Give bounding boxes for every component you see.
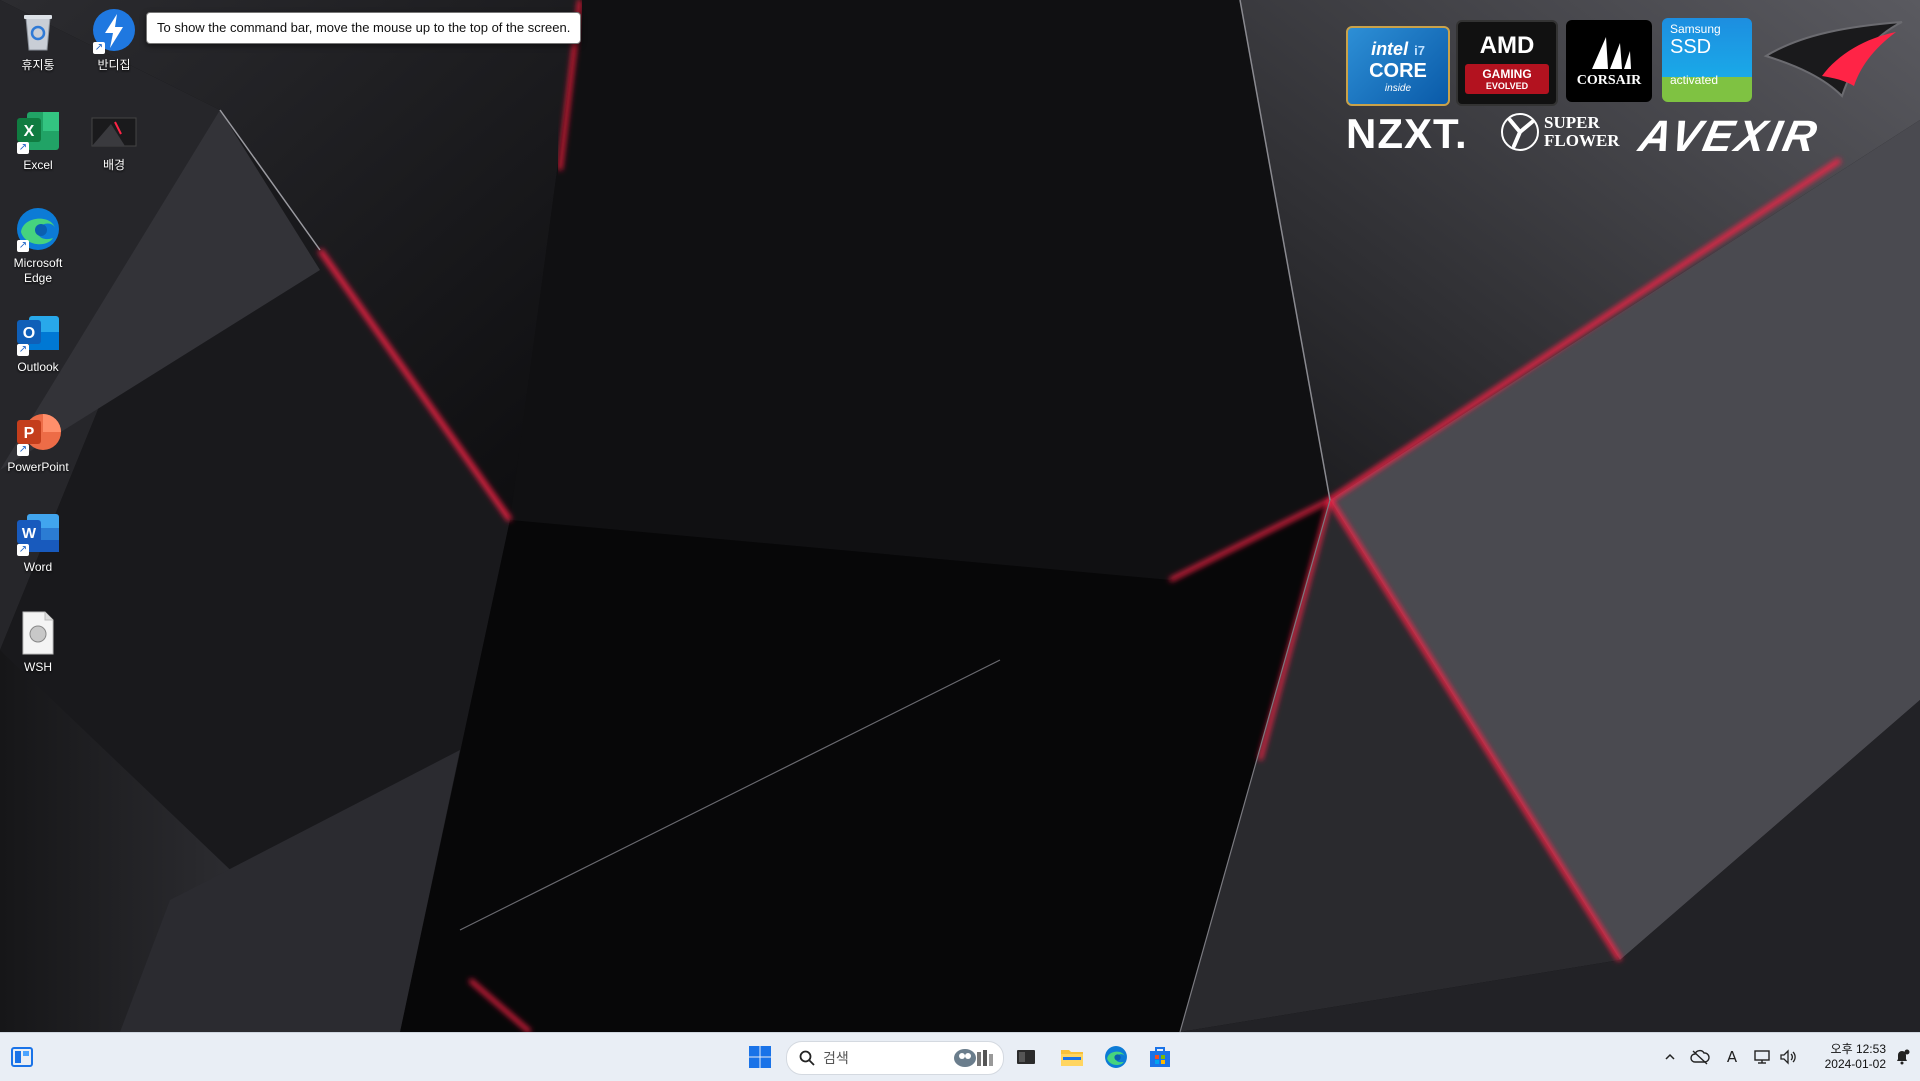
flower-icon [1501, 113, 1539, 151]
samsung-brand: Samsung [1670, 22, 1721, 36]
bandizip-icon: ↗ [91, 8, 137, 54]
svg-text:W: W [22, 525, 37, 542]
task-view-button[interactable] [1008, 1039, 1044, 1075]
shortcut-arrow-icon: ↗ [17, 240, 29, 252]
desktop-icon-label: 휴지통 [21, 58, 55, 72]
excel-icon: X ↗ [15, 108, 61, 154]
desktop-icon-label: PowerPoint [7, 460, 69, 474]
image-icon [91, 108, 137, 154]
clock-time: 오후 12:53 [1830, 1042, 1886, 1056]
microsoft-store-icon [1150, 1047, 1170, 1067]
intel-model: i7 [1414, 42, 1425, 58]
samsung-ssd-logo: Samsung SSD activated [1662, 18, 1752, 102]
corsair-logo: CORSAIR [1566, 20, 1652, 102]
desktop-icon-label: Outlook [17, 360, 59, 374]
outlook-icon: O ↗ [15, 310, 61, 356]
clock-date: 2024-01-02 [1824, 1057, 1886, 1071]
command-bar-tooltip: To show the command bar, move the mouse … [146, 12, 582, 44]
avexir-logo: AVEXIR [1634, 112, 1824, 161]
word-icon: W ↗ [15, 510, 61, 556]
desktop-icon-wsh[interactable]: WSH [0, 610, 76, 675]
task-view-icon [1017, 1050, 1035, 1064]
shortcut-arrow-icon: ↗ [93, 42, 105, 54]
speaker-icon [1780, 1049, 1796, 1065]
taskbar: 검색 A 오후 12:53 2024-01-02 [0, 1032, 1920, 1081]
search-placeholder: 검색 [823, 1050, 849, 1066]
notification-bell-icon [1897, 1049, 1910, 1065]
nzxt-logo: NZXT. [1346, 110, 1468, 157]
desktop-icon-label: Word [23, 560, 53, 574]
folder-icon [1061, 1050, 1083, 1066]
network-tray-button[interactable] [1750, 1045, 1774, 1069]
svg-text:P: P [24, 425, 35, 442]
corsair-sails-icon [1592, 37, 1631, 69]
intel-line: CORE [1369, 59, 1427, 82]
desktop-icon-label: Microsoft Edge [13, 256, 63, 285]
hardware-logos: intel i7 CORE inside AMD GAMING EVOLVED … [1344, 16, 1910, 161]
edge-icon: ↗ [15, 206, 61, 252]
desktop-icon-label: 배경 [102, 158, 126, 172]
intel-core-i7-logo: intel i7 CORE inside [1346, 26, 1450, 106]
rog-eye-logo [1763, 21, 1903, 98]
samsung-sub: activated [1670, 73, 1719, 87]
amd-brand: AMD [1479, 32, 1535, 59]
edge-icon [1105, 1046, 1127, 1068]
shortcut-arrow-icon: ↗ [17, 344, 29, 356]
taskbar-search-box[interactable]: 검색 [786, 1041, 1004, 1075]
windows-logo-icon [749, 1046, 771, 1068]
cloud-offline-icon [1690, 1049, 1710, 1065]
chevron-up-icon [1665, 1053, 1675, 1060]
intel-sub: inside [1384, 82, 1412, 94]
network-icon [1754, 1050, 1770, 1064]
amd-sub2: EVOLVED [1485, 81, 1529, 91]
show-hidden-icons-button[interactable] [1658, 1045, 1682, 1069]
volume-tray-button[interactable] [1776, 1045, 1800, 1069]
svg-text:O: O [23, 325, 35, 342]
search-icon [799, 1050, 815, 1066]
super-flower-line2: FLOWER [1544, 131, 1620, 150]
amd-gaming-evolved-logo: AMD GAMING EVOLVED [1456, 20, 1558, 106]
super-flower-logo: SUPER FLOWER [1500, 112, 1620, 152]
desktop-icon-edge[interactable]: ↗ Microsoft Edge [0, 206, 76, 286]
samsung-line: SSD [1670, 36, 1712, 58]
powerpoint-icon: P ↗ [15, 410, 61, 456]
shortcut-arrow-icon: ↗ [17, 142, 29, 154]
script-file-icon [15, 610, 61, 656]
file-explorer-button[interactable] [1054, 1039, 1090, 1075]
super-flower-line1: SUPER [1544, 113, 1600, 132]
desktop-icon-background[interactable]: 배경 [76, 108, 152, 173]
widgets-icon [11, 1047, 33, 1067]
shortcut-arrow-icon: ↗ [17, 444, 29, 456]
start-button[interactable] [742, 1039, 778, 1075]
widgets-button[interactable] [4, 1039, 40, 1075]
search-highlight-icon [954, 1049, 993, 1067]
store-button[interactable] [1142, 1039, 1178, 1075]
desktop-icon-powerpoint[interactable]: P ↗ PowerPoint [0, 410, 76, 475]
notifications-button[interactable] [1890, 1045, 1914, 1069]
ime-indicator[interactable]: A [1720, 1045, 1744, 1069]
taskbar-clock[interactable]: 오후 12:53 2024-01-02 [1806, 1042, 1886, 1072]
desktop-icon-label: WSH [24, 660, 52, 674]
corsair-brand: CORSAIR [1576, 73, 1642, 88]
desktop-icon-bandizip[interactable]: ↗ 반디집 [76, 8, 152, 73]
svg-text:X: X [24, 123, 35, 140]
desktop-icon-excel[interactable]: X ↗ Excel [0, 108, 76, 173]
edge-taskbar-button[interactable] [1098, 1039, 1134, 1075]
desktop-icon-recycle-bin[interactable]: 휴지통 [0, 8, 76, 73]
desktop-icon-label: Excel [23, 158, 53, 172]
amd-sub1: GAMING [1482, 67, 1532, 81]
onedrive-tray-button[interactable] [1688, 1045, 1712, 1069]
desktop-icon-outlook[interactable]: O ↗ Outlook [0, 310, 76, 375]
shortcut-arrow-icon: ↗ [17, 544, 29, 556]
desktop-icon-word[interactable]: W ↗ Word [0, 510, 76, 575]
desktop-icon-label: 반디집 [97, 58, 131, 72]
recycle-bin-icon [15, 8, 61, 54]
intel-brand: intel [1371, 38, 1409, 59]
